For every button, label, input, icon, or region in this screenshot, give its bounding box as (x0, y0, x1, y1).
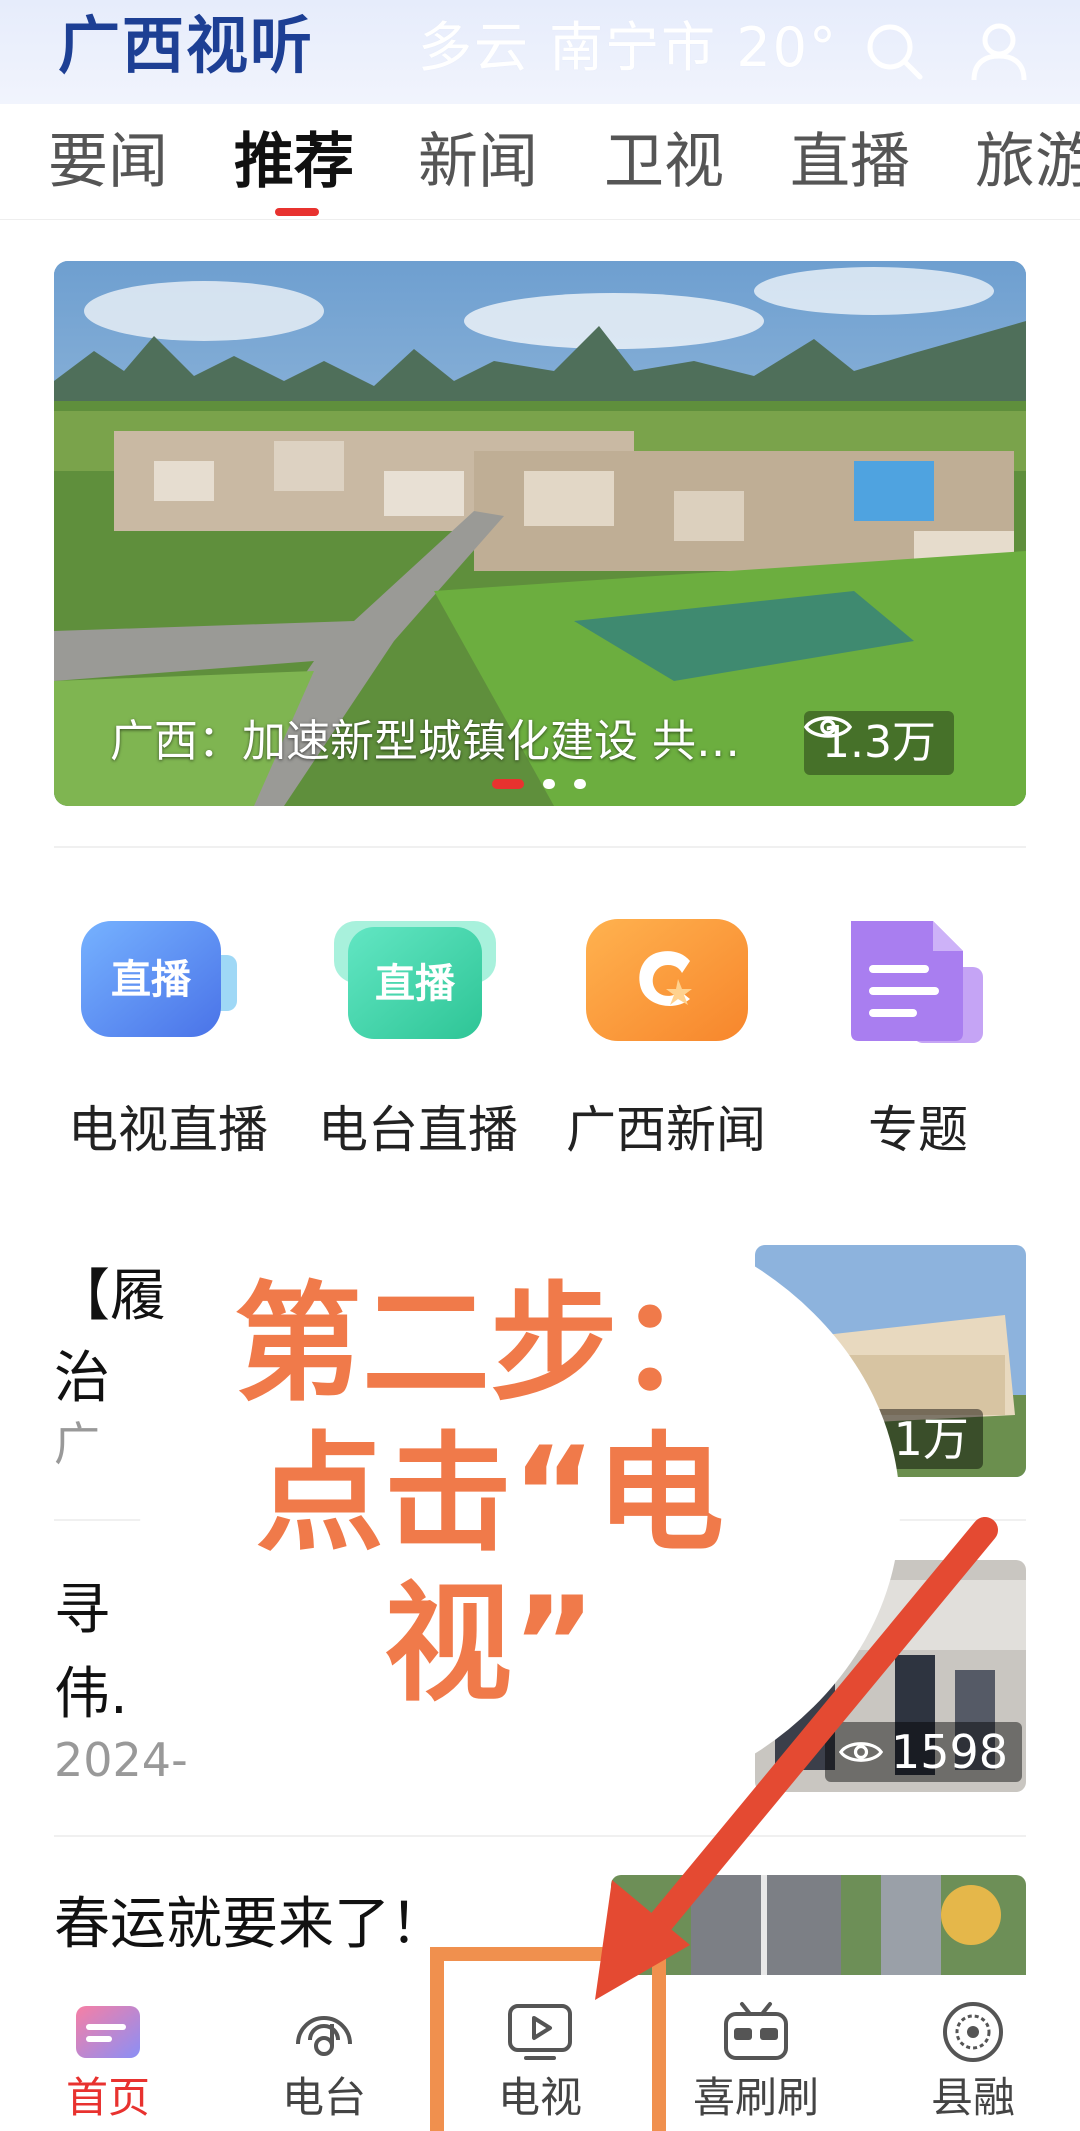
entry-label-special-topic[interactable]: 专题 (808, 1095, 1028, 1165)
nav-label-radio[interactable]: 电台 (264, 2070, 384, 2126)
section-divider (54, 846, 1026, 848)
carousel-dot-active[interactable] (492, 779, 524, 789)
banner-carousel[interactable]: 广西：加速新型城镇化建设 共… 1.3万 (54, 261, 1026, 806)
section-divider (54, 1835, 1026, 1837)
xishuashua-icon[interactable] (720, 2000, 792, 2064)
news-thumbnail (611, 1875, 1026, 1975)
tv-live-icon[interactable]: 直播 (75, 915, 245, 1045)
tab-lvyou[interactable]: 旅游 (975, 126, 1080, 198)
tab-xinwen[interactable]: 新闻 (418, 126, 538, 198)
svg-text:直播: 直播 (375, 960, 456, 1007)
special-topic-icon[interactable] (835, 915, 1005, 1045)
entry-label-tv-live[interactable]: 电视直播 (58, 1095, 278, 1165)
tab-weishi[interactable]: 卫视 (604, 126, 724, 198)
news-title-line: 伟. (54, 1662, 128, 1727)
nav-label-county-media[interactable]: 县融 (913, 2070, 1033, 2126)
carousel-dot[interactable] (574, 779, 586, 789)
svg-text:直播: 直播 (111, 956, 192, 1003)
category-tabs: 要闻 推荐 新闻 卫视 直播 旅游 (0, 104, 1080, 220)
home-icon[interactable] (72, 2000, 144, 2064)
tutorial-instruction: 第二步： 点击“电 视” (180, 1270, 800, 1720)
tutorial-line: 第二步： (233, 1270, 746, 1419)
news-view-count: 1598 (825, 1722, 1023, 1782)
tab-tuijian[interactable]: 推荐 (234, 126, 354, 198)
news-title-line: 寻 (54, 1578, 110, 1643)
guangxi-news-icon[interactable] (582, 915, 752, 1045)
tab-yaowen[interactable]: 要闻 (48, 126, 168, 198)
search-icon[interactable] (863, 20, 925, 82)
banner-view-count: 1.3万 (804, 711, 954, 775)
news-title-line: 春运就要来了！ (54, 1892, 446, 1957)
tutorial-line: 视” (383, 1570, 597, 1719)
eye-icon (804, 716, 852, 738)
tutorial-line: 点击“电 (255, 1420, 725, 1569)
carousel-dot[interactable] (543, 779, 555, 789)
news-title-line: 【履 (54, 1264, 166, 1329)
tutorial-highlight-box (430, 1947, 666, 2131)
radio-icon[interactable] (288, 2000, 360, 2064)
news-views-text: 1598 (891, 1725, 1009, 1779)
weather-info[interactable]: 多云 南宁市 20° (418, 12, 838, 84)
banner-caption[interactable]: 广西：加速新型城镇化建设 共… (110, 712, 850, 772)
news-title-line: 治 (54, 1346, 110, 1411)
news-meta: 2024- (54, 1733, 188, 1787)
user-icon[interactable] (968, 20, 1030, 82)
entry-label-radio-live[interactable]: 电台直播 (308, 1095, 528, 1165)
eye-icon (839, 1742, 883, 1762)
app-header: 广西视听 多云 南宁市 20° (0, 0, 1080, 104)
active-tab-indicator (275, 208, 319, 216)
county-media-icon[interactable] (937, 2000, 1009, 2064)
nav-label-home[interactable]: 首页 (48, 2070, 168, 2126)
tab-zhibo[interactable]: 直播 (790, 126, 910, 198)
app-logo: 广西视听 (58, 9, 315, 82)
entry-label-guangxi-news[interactable]: 广西新闻 (556, 1095, 776, 1165)
nav-label-xishuashua[interactable]: 喜刷刷 (686, 2070, 826, 2126)
news-meta: 广 (54, 1417, 100, 1471)
radio-live-icon[interactable]: 直播 (330, 915, 500, 1045)
